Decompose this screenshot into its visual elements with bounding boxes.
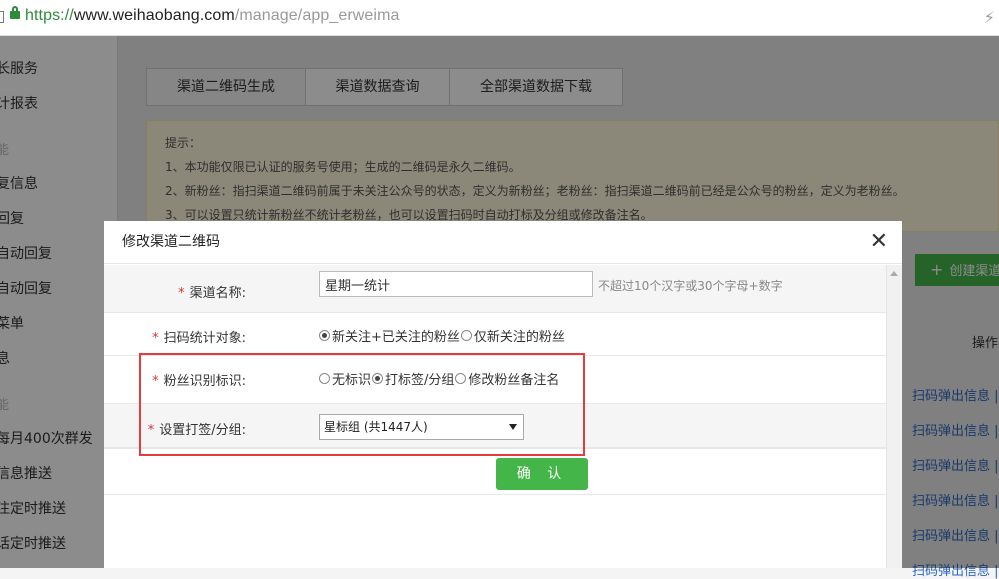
close-icon[interactable]: ✕: [870, 230, 888, 254]
radio-new-and-existing[interactable]: 新关注+已关注的粉丝: [319, 326, 460, 345]
url-text[interactable]: https://www.weihaobang.com/manage/app_er…: [25, 7, 400, 25]
url-scheme: https://: [25, 7, 74, 24]
radio-button-selected[interactable]: [319, 330, 330, 341]
scan-target-label: * 扫码统计对象:: [152, 331, 246, 346]
url-path: /manage/app_erweima: [234, 7, 400, 24]
lock-icon: [10, 6, 20, 19]
radio-button[interactable]: [460, 330, 472, 341]
scan-target-options: 新关注+已关注的粉丝 仅新关注的粉丝: [319, 326, 566, 345]
confirm-button[interactable]: 确 认: [496, 458, 588, 490]
radio-new-only[interactable]: 仅新关注的粉丝: [460, 326, 565, 345]
url-host: www.weihaobang.com: [73, 7, 235, 24]
modal-title: 修改渠道二维码: [104, 221, 902, 264]
channel-name-label: * 渠道名称:: [178, 286, 246, 301]
scroll-up-icon[interactable]: [890, 271, 898, 276]
browser-address-bar[interactable]: https://www.weihaobang.com/manage/app_er…: [0, 0, 999, 36]
highlight-box: [139, 353, 585, 456]
modal-scrollbar[interactable]: [886, 265, 902, 568]
tab-edge: [0, 11, 4, 23]
scan-target-row: * 扫码统计对象: 新关注+已关注的粉丝 仅新关注的粉丝: [104, 313, 886, 356]
channel-name-hint: 不超过10个汉字或30个字母+数字: [598, 279, 783, 293]
lightning-icon[interactable]: ⚡: [984, 8, 995, 27]
channel-name-input[interactable]: [319, 271, 593, 297]
channel-name-row: *渠道名称: 不超过10个汉字或30个字母+数字: [104, 265, 886, 313]
